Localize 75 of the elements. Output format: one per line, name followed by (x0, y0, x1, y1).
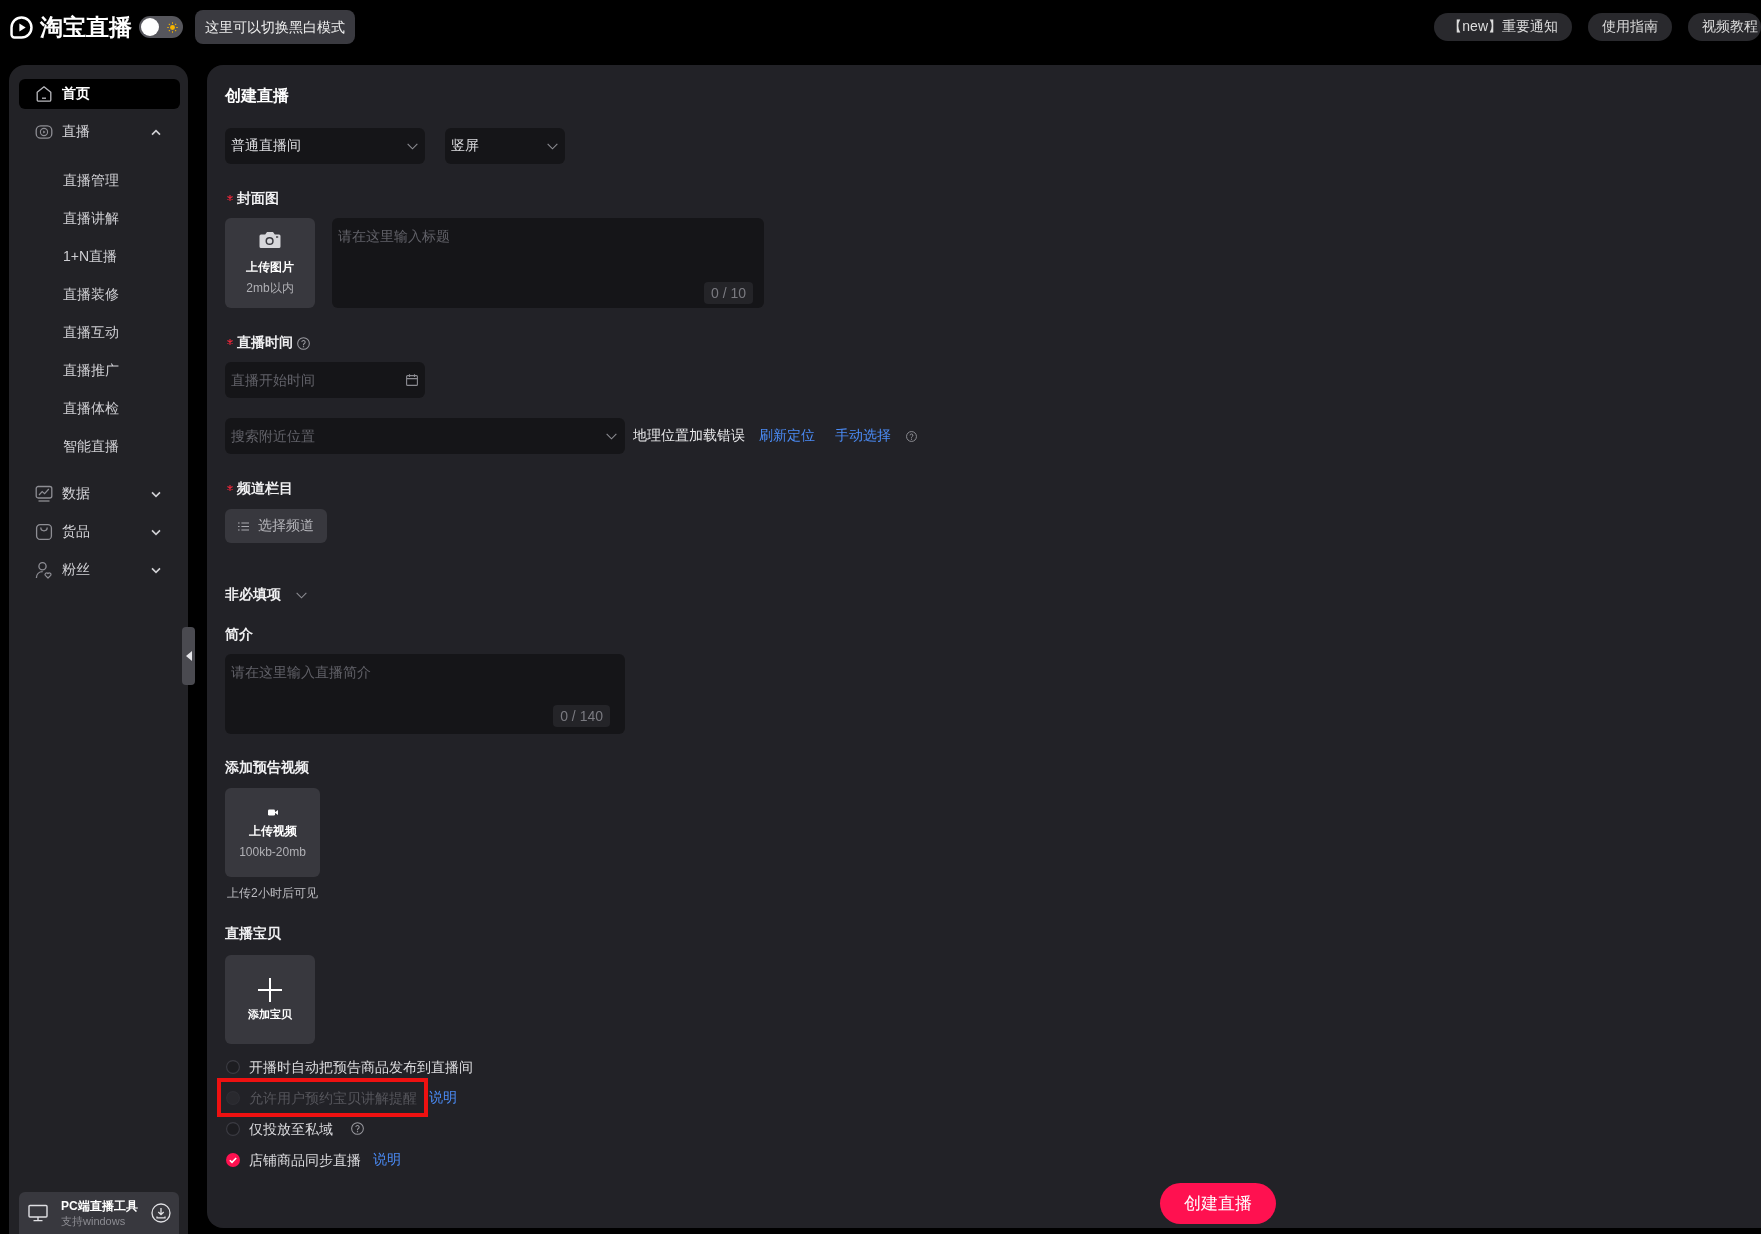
header-link-button[interactable]: 使用指南 (1588, 13, 1672, 41)
room-type-select[interactable]: 普通直播间 (225, 128, 425, 164)
person-heart-icon (35, 561, 53, 579)
chevron-down-icon (547, 142, 558, 150)
chevron-down-icon (296, 591, 307, 599)
sidebar-item[interactable]: 直播 (19, 117, 180, 147)
sidebar-subitem[interactable]: 1+N直播 (19, 242, 180, 272)
theme-toggle[interactable] (139, 16, 183, 38)
caret-left-icon (185, 651, 192, 661)
collapse-sidebar-handle[interactable] (182, 627, 195, 685)
sidebar-subitem[interactable]: 直播讲解 (19, 204, 180, 234)
help-icon[interactable] (297, 336, 310, 350)
monitor-icon (28, 1204, 48, 1222)
download-icon[interactable] (151, 1203, 171, 1223)
page-title: 创建直播 (225, 86, 289, 106)
header-link-button[interactable]: 视频教程 (1688, 13, 1761, 41)
calendar-icon (406, 374, 418, 386)
location-link[interactable]: 手动选择 (835, 427, 891, 445)
option-label: 开播时自动把预告商品发布到直播间 (249, 1057, 473, 1077)
list-icon (238, 521, 249, 531)
option-label: 仅投放至私域 (249, 1119, 333, 1139)
help-icon[interactable] (906, 430, 917, 442)
create-live-button[interactable]: 创建直播 (1160, 1183, 1276, 1224)
sidebar-item[interactable]: 数据 (19, 479, 180, 509)
orientation-select[interactable]: 竖屏 (445, 128, 565, 164)
section-label: 添加预告视频 (225, 759, 309, 777)
checkbox[interactable] (226, 1059, 240, 1074)
sidebar-subitem[interactable]: 直播体检 (19, 394, 180, 424)
sidebar-item[interactable]: 粉丝 (19, 555, 180, 585)
char-counter: 0 / 10 (703, 282, 753, 304)
bag-icon (35, 523, 53, 541)
select-channel-button[interactable]: 选择频道 (225, 509, 327, 543)
add-product-button[interactable]: 添加宝贝 (225, 955, 315, 1044)
location-error-text: 地理位置加载错误 (633, 427, 745, 445)
section-label: 直播时间 (237, 334, 293, 352)
location-link[interactable]: 刷新定位 (759, 427, 815, 445)
sidebar-subitem[interactable]: 直播管理 (19, 166, 180, 196)
sidebar-item[interactable]: 货品 (19, 517, 180, 547)
home-icon (35, 85, 53, 103)
checkbox[interactable] (226, 1152, 240, 1167)
video-camera-icon (267, 809, 278, 816)
section-label: 直播宝贝 (225, 925, 281, 943)
plus-icon (258, 978, 282, 1002)
section-label: 封面图 (237, 190, 279, 208)
tooltip: 这里可以切换黑白模式 (195, 10, 355, 44)
optional-fields-toggle[interactable]: 非必填项 (225, 585, 307, 605)
start-time-input[interactable]: 直播开始时间 (225, 362, 425, 398)
section-label: 频道栏目 (237, 480, 293, 498)
section-label: 简介 (225, 626, 253, 644)
pc-tool-title: PC端直播工具 (61, 1198, 138, 1214)
pc-tool-subtitle: 支持windows (61, 1213, 127, 1228)
chevron-down-icon (606, 433, 617, 440)
upload-video-button[interactable]: 上传视频 100kb-20mb (225, 788, 320, 877)
camera-icon (259, 230, 281, 249)
header-link-button[interactable]: 【new】重要通知 (1434, 13, 1572, 41)
pc-tool-card[interactable]: PC端直播工具 支持windows (19, 1192, 179, 1234)
char-counter: 0 / 140 (553, 705, 610, 727)
upload-image-button[interactable]: 上传图片 2mb以内 (225, 218, 315, 308)
explanation-link[interactable]: 说明 (373, 1150, 401, 1169)
play-icon (35, 123, 53, 141)
checkbox[interactable] (226, 1121, 240, 1136)
app-logo: 淘宝直播 (40, 13, 132, 41)
upload-note: 上传2小时后可见 (227, 885, 318, 901)
chart-monitor-icon (35, 485, 53, 503)
sun-icon (167, 21, 178, 33)
location-search-input[interactable]: 搜索附近位置 (225, 418, 625, 454)
sidebar-subitem[interactable]: 直播互动 (19, 318, 180, 348)
help-icon[interactable] (351, 1122, 364, 1135)
sidebar-subitem[interactable]: 直播推广 (19, 356, 180, 386)
chevron-down-icon (407, 142, 418, 150)
sidebar-item[interactable]: 首页 (19, 79, 180, 109)
sidebar-subitem[interactable]: 直播装修 (19, 280, 180, 310)
option-label: 店铺商品同步直播 (249, 1150, 361, 1170)
sidebar-subitem[interactable]: 智能直播 (19, 432, 180, 462)
play-logo-icon (10, 15, 33, 39)
